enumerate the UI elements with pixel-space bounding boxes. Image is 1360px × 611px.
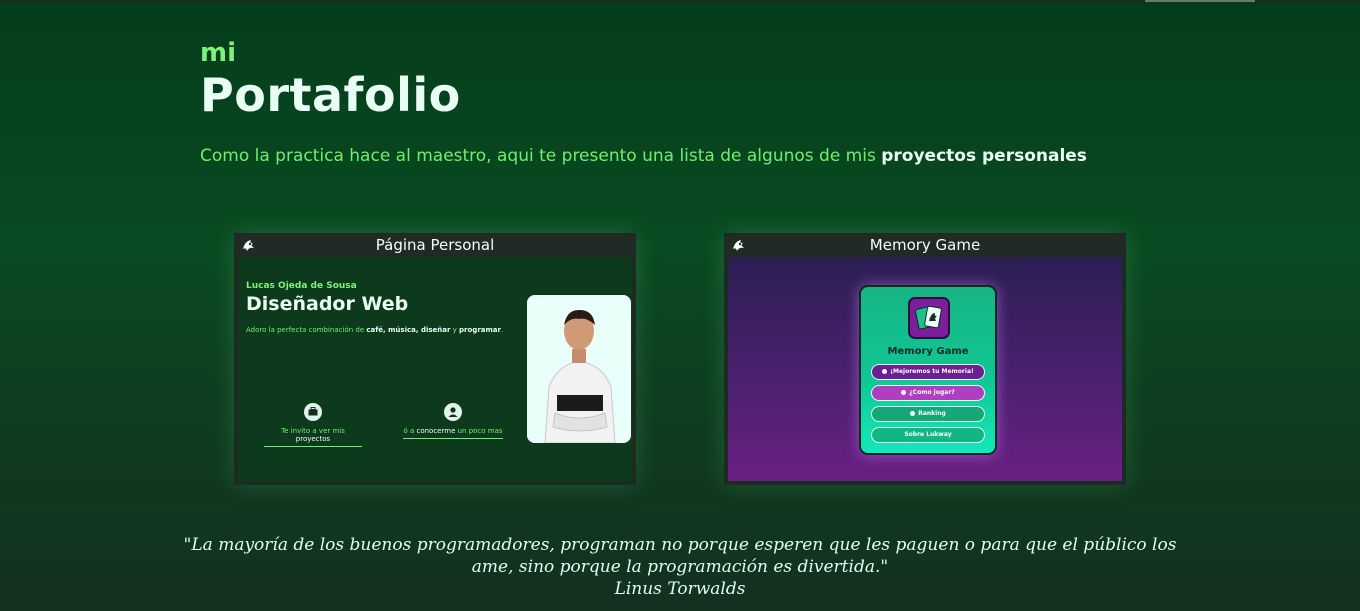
project-preview: Memory Game ¡Mejoremos tu Memoria! ¿Como…	[728, 257, 1122, 481]
projects-link[interactable]: Te invito a ver mis proyectos	[264, 403, 362, 447]
memory-button[interactable]: ¡Mejoremos tu Memoria!	[871, 364, 985, 380]
desc-prefix: Adoro la perfecta combinación de	[246, 326, 367, 334]
question-icon	[901, 390, 907, 395]
link1-text: Te invito a ver mis	[281, 427, 345, 435]
scroll-indicator	[1145, 0, 1255, 2]
page-title: Portafolio	[200, 68, 461, 122]
btn-label: ¡Mejoremos tu Memoria!	[890, 368, 974, 375]
card-title: Memory Game	[869, 236, 981, 254]
project-card-pagina-personal[interactable]: Página Personal Lucas Ojeda de Sousa Dis…	[234, 233, 636, 485]
ranking-button[interactable]: Ranking	[871, 406, 985, 422]
how-to-play-button[interactable]: ¿Como jugar?	[871, 385, 985, 401]
crown-icon	[910, 411, 916, 416]
intro-plain: Como la practica hace al maestro, aqui t…	[200, 146, 882, 166]
link-underline	[403, 438, 503, 439]
btn-label: ¿Como jugar?	[909, 389, 955, 396]
btn-label: Ranking	[918, 410, 946, 417]
quote-text: "La mayoría de los buenos programadores,…	[183, 535, 1177, 577]
link2-prefix: ó a	[403, 427, 417, 435]
game-menu-panel: Memory Game ¡Mejoremos tu Memoria! ¿Como…	[859, 285, 997, 455]
project-preview: Lucas Ojeda de Sousa Diseñador Web Adoro…	[238, 257, 632, 481]
desc-bold: café, música, diseñar	[366, 326, 451, 334]
preview-name: Lucas Ojeda de Sousa	[246, 281, 357, 291]
preview-description: Adoro la perfecta combinación de café, m…	[246, 325, 506, 335]
person-illustration	[527, 295, 631, 443]
link2-bold: conocerme	[416, 427, 456, 435]
user-icon	[444, 403, 462, 421]
briefcase-icon	[304, 403, 322, 421]
about-button[interactable]: Sobre Lukway	[871, 427, 985, 443]
link1-bold: proyectos	[295, 435, 331, 443]
desc-end: .	[500, 326, 504, 334]
preview-role: Diseñador Web	[246, 293, 409, 315]
desc-mid: y	[450, 326, 460, 334]
portfolio-header: mi Portafolio	[200, 38, 461, 120]
link-underline	[264, 446, 362, 447]
intro-bold: proyectos personales	[881, 146, 1087, 166]
cards-icon	[908, 297, 950, 339]
link2-suffix: un poco mas	[455, 427, 503, 435]
card-title-bar: Memory Game	[726, 235, 1124, 255]
quote-block: "La mayoría de los buenos programadores,…	[180, 534, 1180, 600]
btn-label: Sobre Lukway	[904, 431, 952, 438]
quote-author: Linus Torwalds	[614, 579, 746, 599]
intro-text: Como la practica hace al maestro, aqui t…	[200, 146, 1100, 167]
small-title: mi	[200, 38, 237, 68]
brain-icon	[882, 369, 888, 374]
about-link[interactable]: ó a conocerme un poco mas	[403, 403, 503, 439]
project-card-memory-game[interactable]: Memory Game Memory Game ¡Mejoremos tu Me…	[724, 233, 1126, 485]
card-title: Página Personal	[375, 236, 495, 254]
game-title: Memory Game	[887, 346, 969, 357]
card-title-bar: Página Personal	[236, 235, 634, 255]
desc-bold2: programar	[459, 326, 501, 334]
profile-photo	[527, 295, 631, 443]
